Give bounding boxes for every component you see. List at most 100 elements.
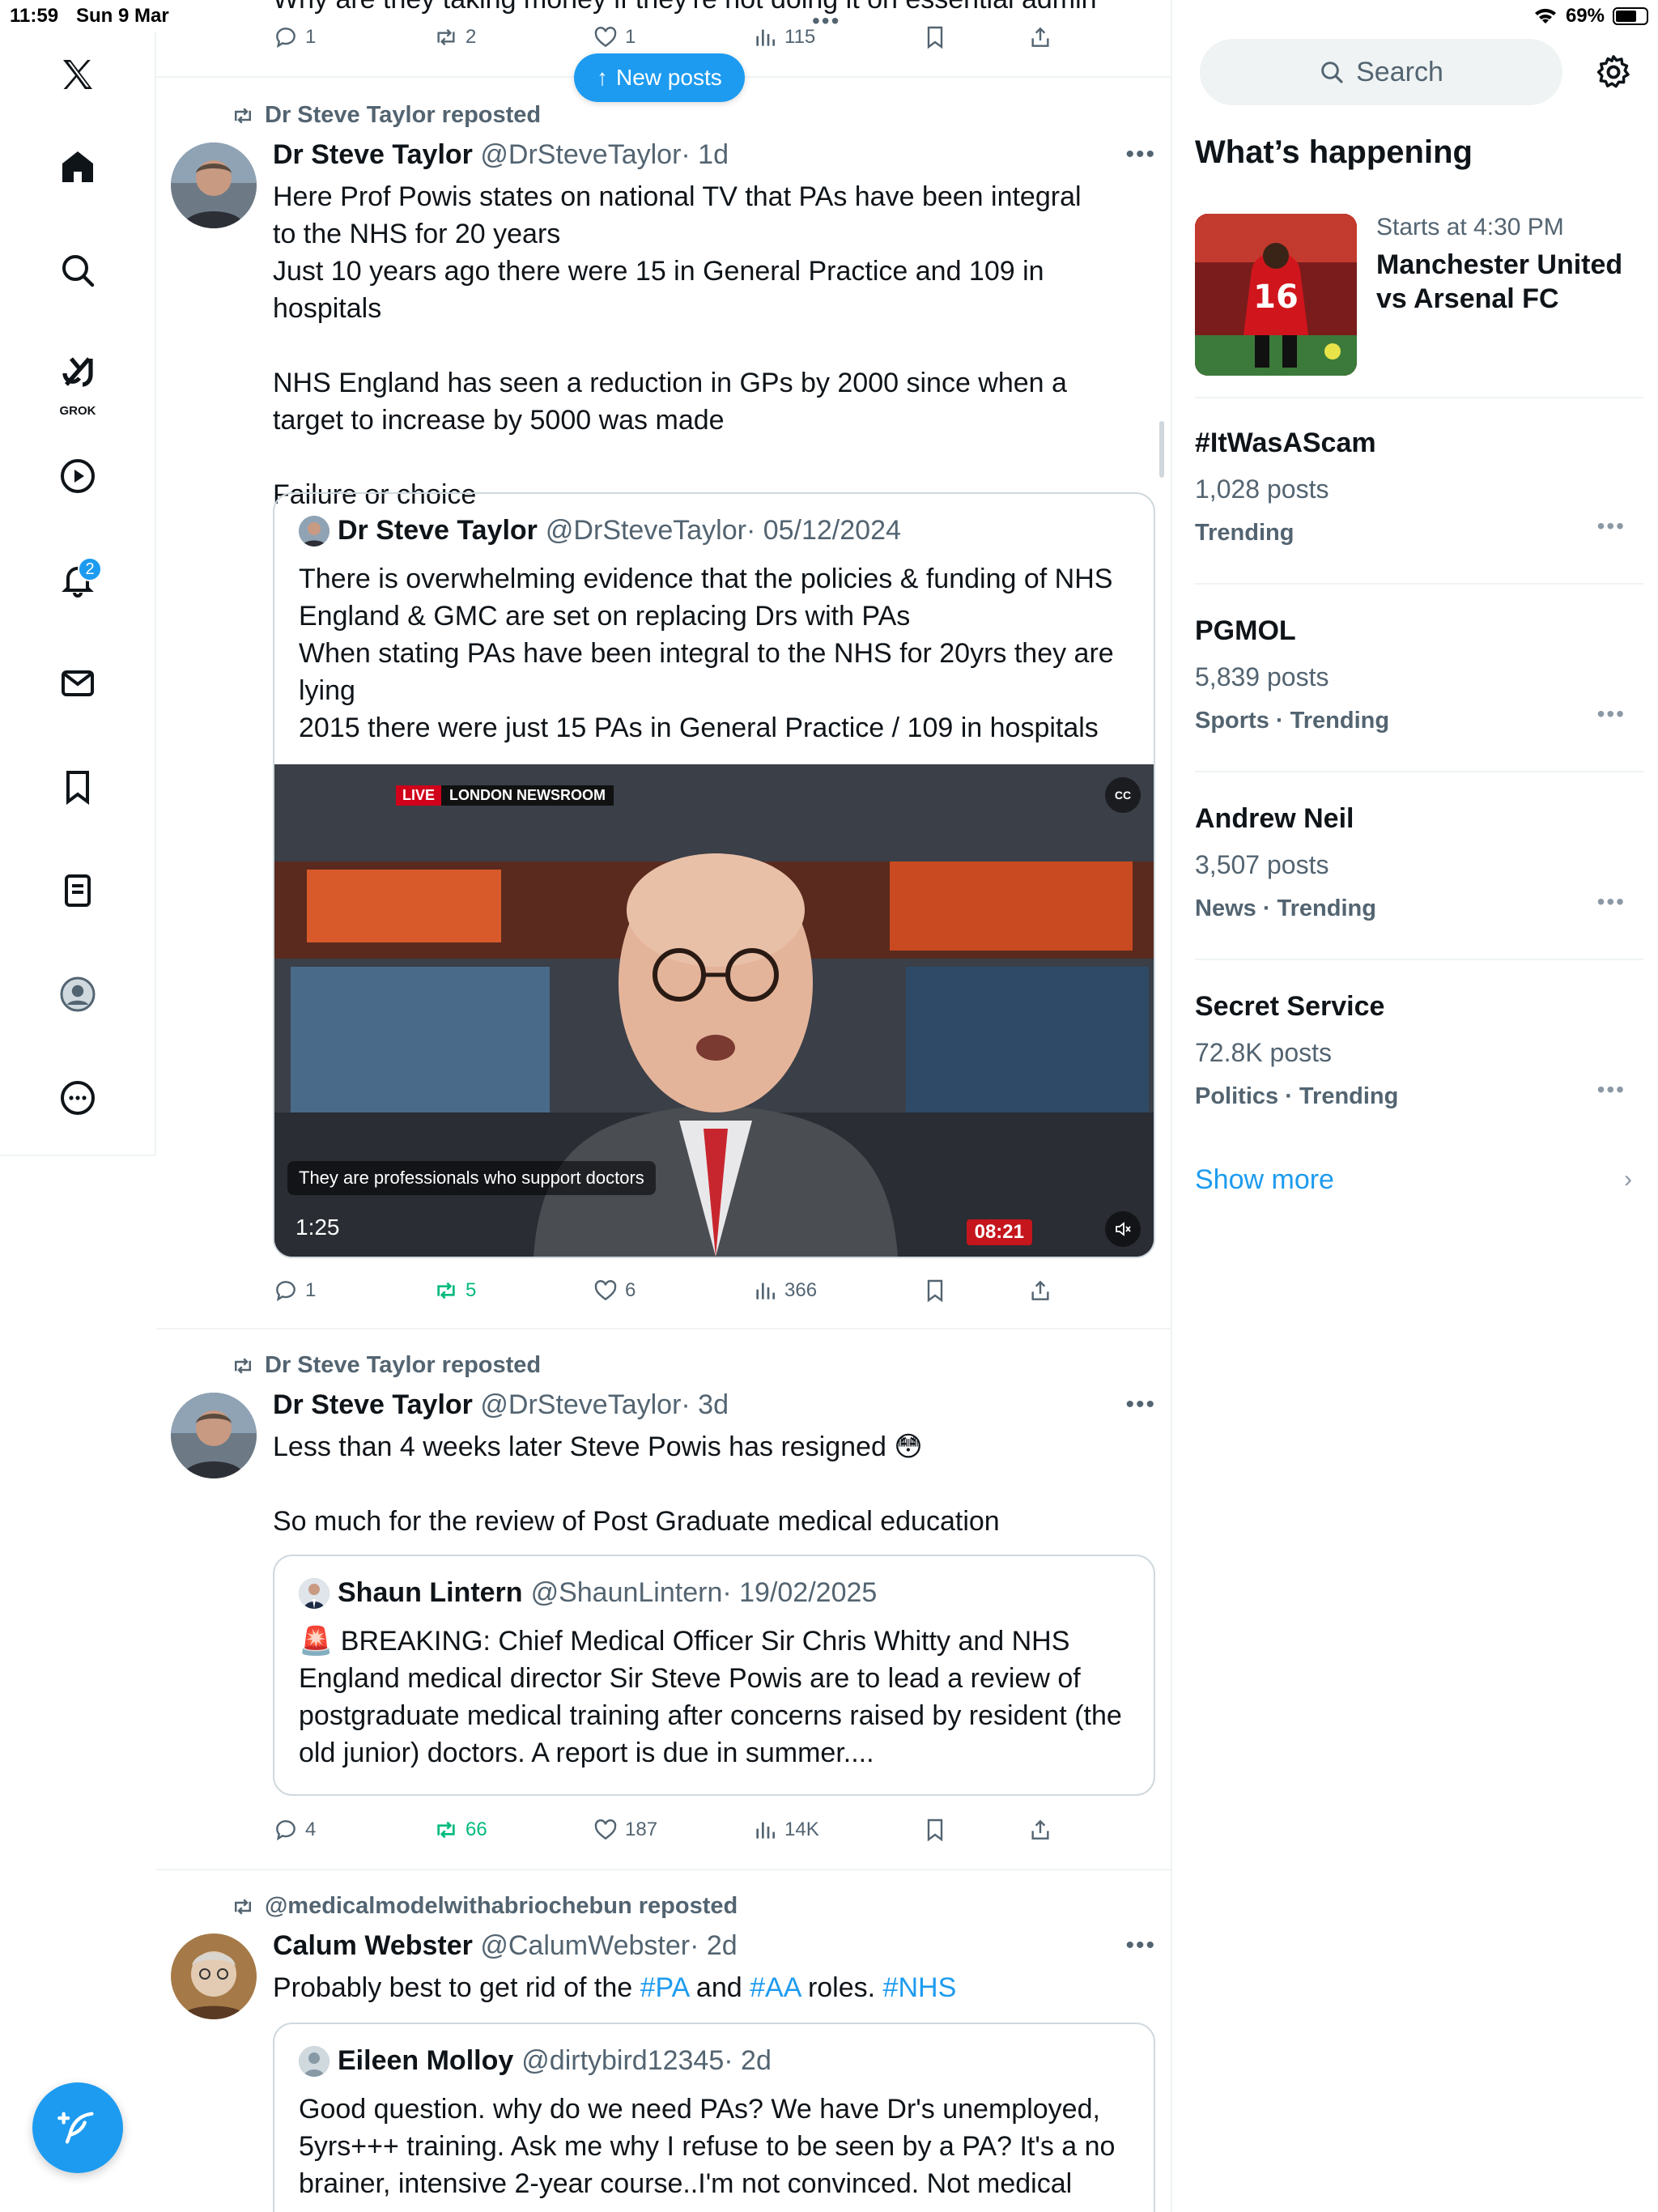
views-bars-icon	[756, 1283, 775, 1300]
notifications-bell-icon[interactable]: 2	[53, 555, 102, 604]
reply-button[interactable]: 1	[273, 24, 316, 50]
post-more-button[interactable]: •••	[1125, 1932, 1156, 1959]
profile-avatar-icon[interactable]	[53, 970, 102, 1019]
quoted-post[interactable]: Dr Steve Taylor @DrSteveTaylor · 05/12/20…	[273, 492, 1155, 1258]
trend-more-button[interactable]: •••	[1597, 889, 1626, 915]
event-thumbnail[interactable]: 16	[1195, 214, 1357, 376]
share-icon	[1031, 1280, 1049, 1300]
mute-speaker-icon[interactable]	[1105, 1211, 1141, 1247]
divider	[1195, 771, 1643, 772]
post-text: Probably best to get rid of the #PA and …	[273, 1969, 1082, 2006]
share-button[interactable]	[1027, 24, 1053, 50]
post-text-part: roles.	[800, 1972, 883, 2003]
bookmarks-icon[interactable]	[53, 763, 102, 811]
timeline[interactable]: Why are they taking money if they're not…	[156, 0, 1172, 2212]
messages-envelope-icon[interactable]	[53, 659, 102, 708]
quote-author-name: Eileen Molloy	[338, 2045, 514, 2076]
post-card[interactable]: Dr Steve Taylor reposted Dr Steve Taylor…	[156, 79, 1171, 1329]
post-text-part: Probably best to get rid of the	[273, 1972, 640, 2003]
repost-button[interactable]: 2	[433, 24, 476, 50]
author-name[interactable]: Dr Steve Taylor	[273, 139, 473, 170]
closed-captions-button[interactable]: CC	[1105, 777, 1141, 813]
trend-item[interactable]: #ItWasAScam 1,028 posts Trending •••	[1195, 428, 1643, 606]
feather-plus-icon	[57, 2112, 94, 2144]
trend-item[interactable]: Secret Service 72.8K posts Politics · Tr…	[1195, 991, 1643, 1169]
trend-category: News · Trending	[1195, 895, 1376, 921]
trend-name: #ItWasAScam	[1195, 428, 1376, 458]
repost-icon	[235, 107, 251, 124]
like-button[interactable]: 6	[593, 1278, 636, 1304]
quote-text: Good question. why do we need PAs? We ha…	[299, 2094, 1123, 2199]
grok-icon[interactable]: GROK	[53, 345, 102, 418]
like-button[interactable]: 187	[593, 1817, 657, 1843]
post-text: Here Prof Powis states on national TV th…	[273, 181, 1082, 510]
avatar[interactable]	[171, 143, 257, 228]
bookmark-button[interactable]	[922, 1817, 948, 1843]
video-play-icon[interactable]	[53, 452, 102, 500]
explore-search-icon[interactable]	[53, 246, 102, 295]
settings-gear-icon[interactable]	[1595, 53, 1632, 91]
left-nav: GROK 2	[0, 32, 156, 1156]
post-more-button[interactable]: •••	[1125, 1391, 1156, 1419]
hashtag-link[interactable]: #NHS	[883, 1972, 957, 2003]
trend-more-button[interactable]: •••	[1597, 513, 1626, 539]
author-handle[interactable]: @DrSteveTaylor	[480, 1389, 681, 1420]
search-icon	[1321, 62, 1343, 83]
show-more-link[interactable]: Show more	[1195, 1164, 1334, 1196]
x-logo-icon[interactable]	[53, 50, 102, 99]
home-icon[interactable]	[53, 143, 102, 191]
views-count: 14K	[784, 1819, 819, 1840]
views-button[interactable]: 366	[752, 1278, 817, 1304]
post-actions: 1 5 6 366	[273, 1274, 1074, 1307]
post-card[interactable]: @medicalmodelwithabriochebun reposted Ca…	[156, 1870, 1171, 2212]
author-handle[interactable]: @DrSteveTaylor	[480, 139, 681, 170]
like-button[interactable]: 1	[593, 24, 636, 50]
video-player[interactable]: LIVE LONDON NEWSROOM CC They are profess…	[274, 764, 1154, 1257]
notification-badge: 2	[78, 557, 102, 581]
author-name[interactable]: Dr Steve Taylor	[273, 1389, 473, 1420]
live-badge: LIVE LONDON NEWSROOM	[396, 785, 614, 806]
author-name[interactable]: Calum Webster	[273, 1930, 473, 1961]
avatar[interactable]	[171, 1933, 257, 2019]
bookmark-button[interactable]	[922, 1278, 948, 1304]
repost-by-label: Dr Steve Taylor reposted	[265, 1352, 542, 1378]
post-more-button[interactable]: •••	[1125, 141, 1156, 168]
heart-icon	[594, 1819, 617, 1840]
lists-icon[interactable]	[53, 866, 102, 915]
compose-post-button[interactable]	[32, 2082, 123, 2173]
trend-item[interactable]: Andrew Neil 3,507 posts News · Trending …	[1195, 803, 1643, 981]
whats-happening-heading: What’s happening	[1195, 134, 1473, 170]
views-bars-icon	[756, 29, 775, 46]
bookmark-button[interactable]	[922, 24, 948, 50]
quote-author-handle: @dirtybird12345	[521, 2045, 725, 2076]
share-button[interactable]	[1027, 1278, 1053, 1304]
post-time: · 2d	[690, 1930, 738, 1961]
trend-more-button[interactable]: •••	[1597, 1077, 1626, 1103]
hashtag-link[interactable]: #PA	[640, 1972, 689, 2003]
avatar[interactable]	[171, 1393, 257, 1478]
quoted-post[interactable]: Shaun Lintern @ShaunLintern · 19/02/2025 …	[273, 1555, 1155, 1796]
search-input[interactable]: Search	[1200, 39, 1562, 105]
repost-button[interactable]: 66	[433, 1817, 487, 1843]
video-elapsed: 1:25	[295, 1214, 340, 1240]
hashtag-link[interactable]: #AA	[750, 1972, 800, 2003]
views-button[interactable]: 115	[752, 24, 815, 50]
new-posts-button[interactable]: ↑ New posts	[574, 53, 745, 102]
trend-item[interactable]: PGMOL 5,839 posts Sports · Trending •••	[1195, 615, 1643, 793]
author-handle[interactable]: @CalumWebster	[480, 1930, 690, 1961]
reply-button[interactable]: 1	[273, 1278, 316, 1304]
reply-button[interactable]: 4	[273, 1817, 316, 1843]
repost-attribution: Dr Steve Taylor reposted	[231, 102, 541, 129]
views-button[interactable]: 14K	[752, 1817, 819, 1843]
trend-more-button[interactable]: •••	[1597, 701, 1626, 727]
quote-avatar	[299, 1577, 329, 1609]
chevron-right-icon[interactable]: ›	[1624, 1166, 1632, 1193]
event-title[interactable]: Manchester United vs Arsenal FC	[1376, 248, 1643, 316]
more-options-icon[interactable]	[53, 1074, 102, 1122]
quoted-post[interactable]: Eileen Molloy @dirtybird12345 · 2d Good q…	[273, 2023, 1155, 2212]
scrollbar-thumb[interactable]	[1159, 421, 1164, 478]
post-header: Dr Steve Taylor @DrSteveTaylor· 1d	[273, 139, 729, 171]
share-button[interactable]	[1027, 1817, 1053, 1843]
post-card[interactable]: Dr Steve Taylor reposted Dr Steve Taylor…	[156, 1329, 1171, 1870]
repost-button[interactable]: 5	[433, 1278, 476, 1304]
